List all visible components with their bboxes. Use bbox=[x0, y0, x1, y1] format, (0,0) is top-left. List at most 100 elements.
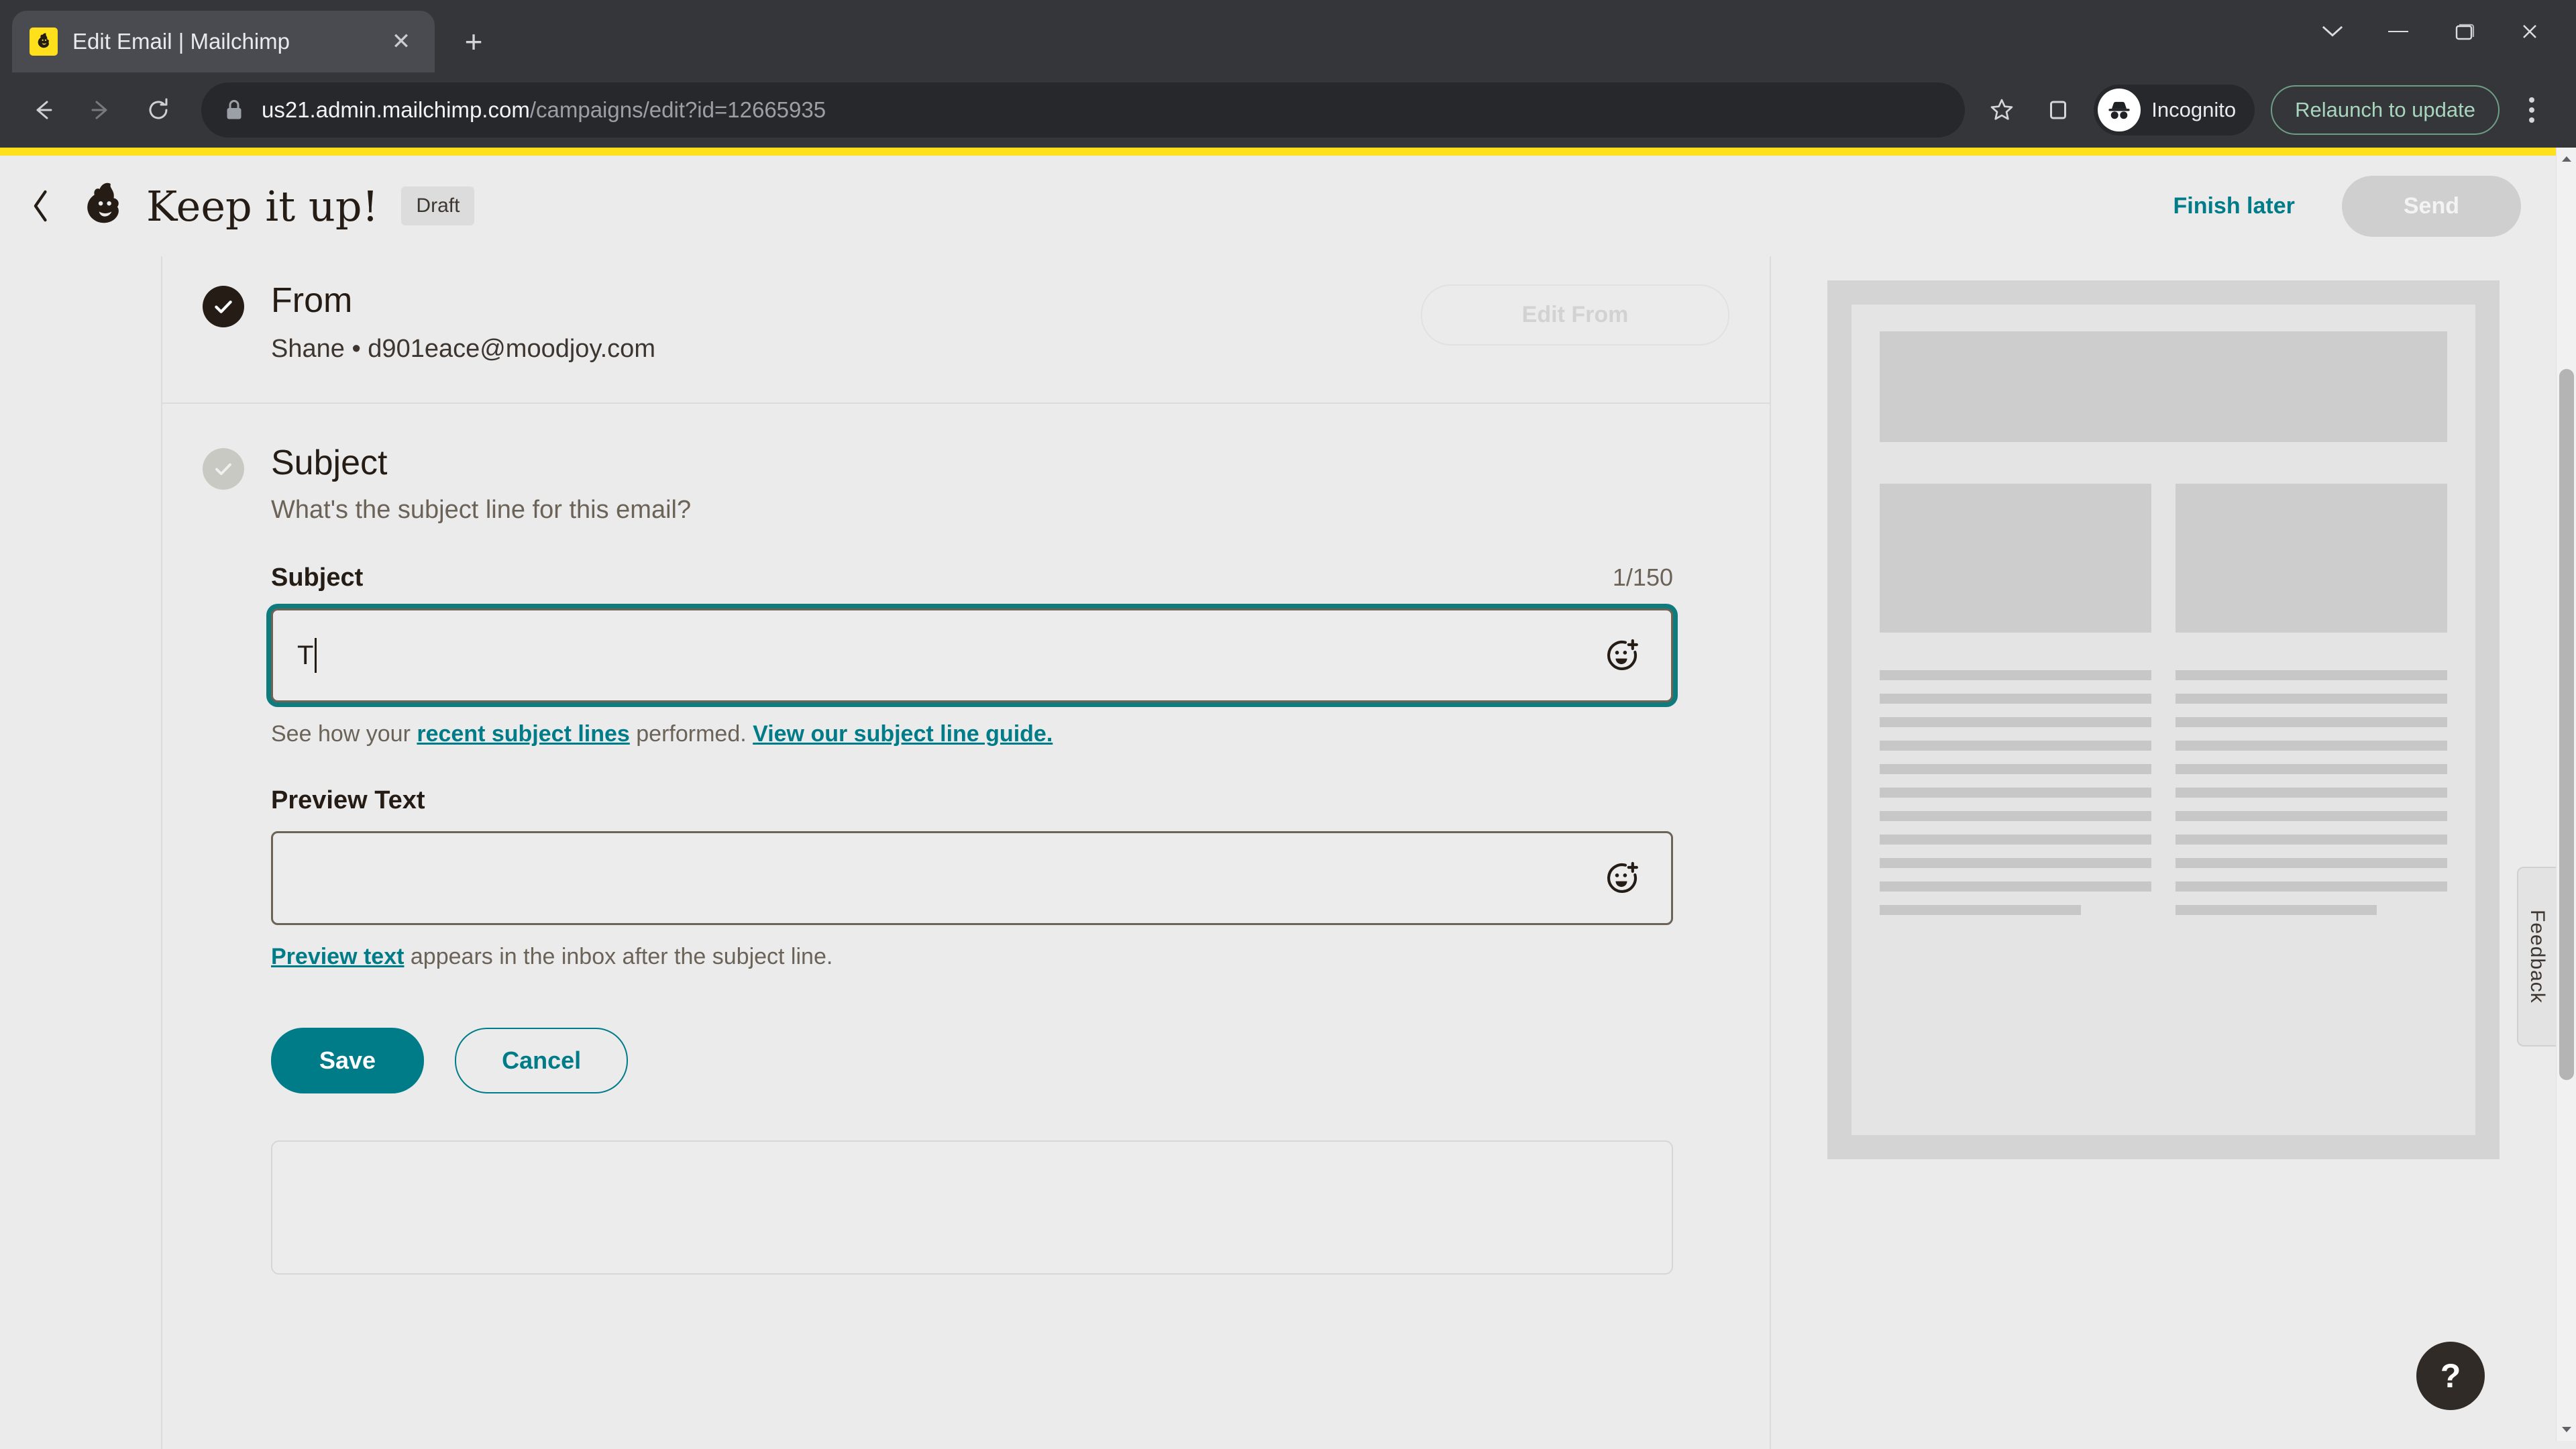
page-viewport: Keep it up! Draft Finish later Send From… bbox=[0, 156, 2556, 1449]
skeleton-line bbox=[1880, 858, 2151, 868]
skeleton-line bbox=[1880, 670, 2151, 680]
from-value: Shane • d901eace@moodjoy.com bbox=[271, 335, 655, 364]
app-header: Keep it up! Draft Finish later Send bbox=[0, 156, 2556, 256]
scrollbar-thumb[interactable] bbox=[2559, 369, 2574, 1080]
skeleton-image bbox=[1880, 484, 2151, 633]
email-preview-column bbox=[1771, 256, 2556, 1449]
address-bar[interactable]: us21.admin.mailchimp.com/campaigns/edit?… bbox=[201, 83, 1966, 138]
window-minimize-icon[interactable] bbox=[2367, 5, 2430, 58]
scroll-down-arrow-icon[interactable] bbox=[2557, 1418, 2576, 1441]
skeleton-line bbox=[2176, 858, 2447, 868]
subject-actions: Save Cancel bbox=[271, 1028, 1729, 1094]
incognito-label: Incognito bbox=[2151, 98, 2237, 121]
subject-helper-prefix: See how your bbox=[271, 721, 417, 747]
browser-tab-title: Edit Email | Mailchimp bbox=[72, 29, 290, 54]
lock-icon bbox=[224, 98, 244, 122]
skeleton-line bbox=[1880, 788, 2151, 798]
page-scrollbar[interactable] bbox=[2556, 148, 2576, 1441]
skeleton-line bbox=[2176, 881, 2447, 892]
browser-tabstrip: Edit Email | Mailchimp ✕ + bbox=[0, 0, 2576, 72]
skeleton-columns bbox=[1880, 484, 2447, 928]
browser-tab[interactable]: Edit Email | Mailchimp ✕ bbox=[12, 11, 435, 72]
campaign-checklist-column: From Shane • d901eace@moodjoy.com Edit F… bbox=[161, 256, 1771, 1449]
email-preview-frame[interactable] bbox=[1827, 280, 2500, 1159]
skeleton-hero-block bbox=[1880, 331, 2447, 442]
skeleton-line bbox=[2176, 741, 2447, 751]
skeleton-line bbox=[1880, 694, 2151, 704]
skeleton-column-right bbox=[2176, 484, 2447, 928]
window-controls bbox=[2301, 5, 2561, 58]
emoji-add-icon[interactable] bbox=[1597, 631, 1647, 680]
scroll-up-arrow-icon[interactable] bbox=[2557, 148, 2576, 170]
help-button[interactable]: ? bbox=[2416, 1342, 2485, 1410]
email-preview-skeleton bbox=[1851, 305, 2475, 1135]
browser-toolbar: us21.admin.mailchimp.com/campaigns/edit?… bbox=[0, 72, 2576, 148]
subject-description: What's the subject line for this email? bbox=[271, 496, 692, 525]
subject-char-counter: 1/150 bbox=[1612, 564, 1673, 592]
check-circle-icon bbox=[203, 286, 244, 327]
side-panel-icon[interactable] bbox=[2032, 84, 2084, 136]
skeleton-line bbox=[1880, 905, 2081, 915]
window-minimize-chevron-icon[interactable] bbox=[2301, 5, 2364, 58]
cancel-button[interactable]: Cancel bbox=[455, 1028, 629, 1094]
skeleton-line bbox=[2176, 788, 2447, 798]
browser-menu-kebab-icon[interactable] bbox=[2508, 84, 2556, 136]
window-close-icon[interactable] bbox=[2498, 5, 2561, 58]
subject-input-label: Subject bbox=[271, 564, 364, 592]
new-tab-button[interactable]: + bbox=[449, 17, 498, 66]
skeleton-line bbox=[2176, 811, 2447, 821]
address-bar-url: us21.admin.mailchimp.com/campaigns/edit?… bbox=[262, 97, 826, 123]
window-maximize-icon[interactable] bbox=[2432, 5, 2496, 58]
subject-line-guide-link[interactable]: View our subject line guide. bbox=[753, 721, 1053, 747]
subject-heading: Subject bbox=[271, 443, 388, 483]
recent-subject-lines-link[interactable]: recent subject lines bbox=[417, 721, 629, 747]
subject-field-block: Subject 1/150 T See how your recent subj… bbox=[271, 564, 1729, 747]
preview-text-link[interactable]: Preview text bbox=[271, 944, 404, 969]
subject-helper-text: See how your recent subject lines perfor… bbox=[271, 721, 1673, 747]
close-icon[interactable]: ✕ bbox=[385, 25, 417, 58]
back-icon[interactable] bbox=[16, 83, 70, 137]
address-bar-path: /campaigns/edit?id=12665935 bbox=[529, 97, 826, 122]
preview-text-helper-suffix: appears in the inbox after the subject l… bbox=[404, 944, 833, 970]
reload-icon[interactable] bbox=[131, 83, 185, 137]
browser-chrome: Edit Email | Mailchimp ✕ + us21.admin.ma… bbox=[0, 0, 2576, 148]
relaunch-to-update-button[interactable]: Relaunch to update bbox=[2271, 85, 2500, 135]
preview-text-input[interactable] bbox=[271, 831, 1673, 926]
subject-input-value: T bbox=[297, 638, 1597, 674]
text-caret bbox=[315, 638, 317, 674]
brand-accent-bar bbox=[0, 148, 2576, 156]
incognito-indicator[interactable]: Incognito bbox=[2094, 85, 2255, 136]
skeleton-line bbox=[2176, 670, 2447, 680]
skeleton-line bbox=[1880, 717, 2151, 727]
mailchimp-favicon bbox=[30, 28, 58, 56]
finish-later-button[interactable]: Finish later bbox=[2174, 193, 2295, 219]
edit-from-button[interactable]: Edit From bbox=[1421, 284, 1729, 345]
feedback-tab[interactable]: Feedback bbox=[2517, 867, 2556, 1046]
subject-section-header: Subject What's the subject line for this… bbox=[203, 443, 1729, 525]
subject-input[interactable]: T bbox=[271, 608, 1673, 703]
back-chevron-icon[interactable] bbox=[20, 185, 62, 227]
preview-text-field-block: Preview Text Preview text appears in the… bbox=[271, 786, 1729, 970]
address-bar-host: us21.admin.mailchimp.com bbox=[262, 97, 530, 122]
preview-text-label-row: Preview Text bbox=[271, 786, 1673, 815]
status-badge: Draft bbox=[401, 186, 475, 225]
preview-text-input-label: Preview Text bbox=[271, 786, 425, 815]
next-section-card[interactable] bbox=[271, 1140, 1673, 1275]
mailchimp-logo bbox=[74, 177, 131, 235]
forward-icon[interactable] bbox=[74, 83, 127, 137]
check-circle-icon bbox=[203, 448, 244, 490]
skeleton-image bbox=[2176, 484, 2447, 633]
skeleton-line bbox=[2176, 694, 2447, 704]
feedback-tab-label: Feedback bbox=[2526, 910, 2548, 1004]
save-button[interactable]: Save bbox=[271, 1028, 425, 1094]
skeleton-line bbox=[1880, 811, 2151, 821]
emoji-add-icon[interactable] bbox=[1597, 853, 1647, 903]
page-body: From Shane • d901eace@moodjoy.com Edit F… bbox=[0, 256, 2556, 1449]
send-button[interactable]: Send bbox=[2341, 175, 2521, 237]
skeleton-line bbox=[1880, 881, 2151, 892]
bookmark-star-icon[interactable] bbox=[1976, 84, 2028, 136]
skeleton-line bbox=[2176, 835, 2447, 845]
skeleton-line bbox=[1880, 835, 2151, 845]
subject-section: Subject What's the subject line for this… bbox=[162, 404, 1770, 1275]
left-gutter bbox=[0, 256, 161, 1449]
